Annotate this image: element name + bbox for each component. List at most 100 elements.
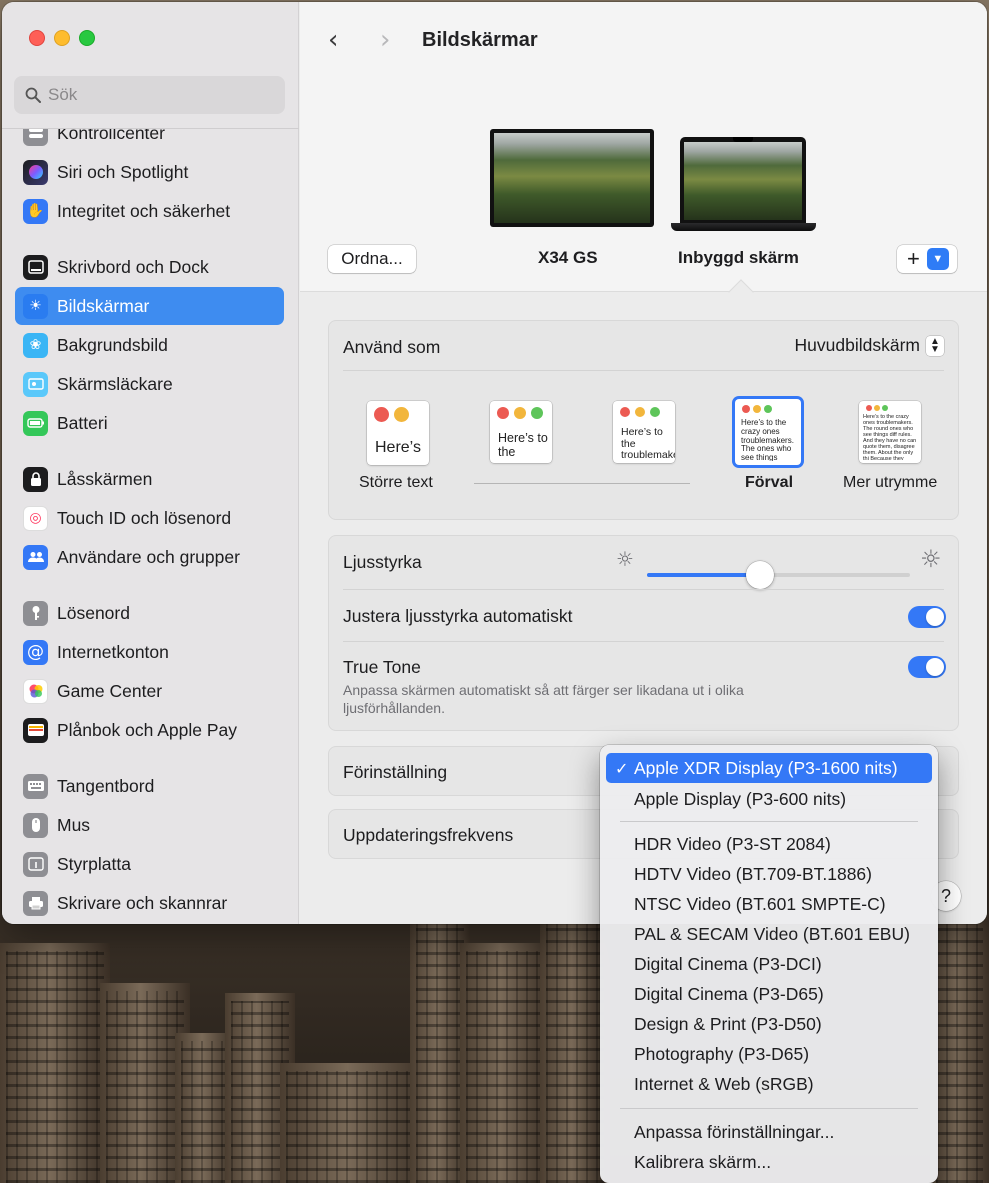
menu-item[interactable]: Apple Display (P3-600 nits): [606, 784, 932, 814]
preview-text: Here’s to the crazy ones troublemakers. …: [863, 414, 917, 460]
resolution-label: Större text: [359, 474, 433, 491]
sidebar-item-label: Skärmsläckare: [57, 373, 173, 394]
preset-dropdown-menu[interactable]: ✓ Apple XDR Display (P3-1600 nits) Apple…: [600, 745, 938, 1183]
slider-knob[interactable]: [746, 561, 775, 589]
wallet-icon: [23, 717, 48, 743]
sidebar-item-lasskarmen[interactable]: Låsskärmen: [15, 460, 284, 498]
arrange-button[interactable]: Ordna...: [328, 245, 416, 273]
menu-item-label: Photography (P3-D65): [634, 1043, 810, 1064]
sidebar-item-anvandare[interactable]: Användare och grupper: [15, 538, 284, 576]
sidebar-item-batteri[interactable]: Batteri: [15, 404, 284, 442]
search-icon: [25, 87, 41, 103]
checkmark-icon: ✓: [615, 758, 629, 778]
search-placeholder: Sök: [48, 85, 78, 104]
add-display-button[interactable]: + ▼: [897, 245, 957, 273]
menu-item[interactable]: Digital Cinema (P3-DCI): [606, 949, 932, 979]
menu-item-label: Design & Print (P3-D50): [634, 1013, 822, 1034]
sidebar-list[interactable]: Kontrollcenter Siri och Spotlight ✋ Inte…: [2, 128, 299, 924]
menu-item[interactable]: Kalibrera skärm...: [606, 1147, 932, 1177]
sidebar-item-tangentbord[interactable]: Tangentbord: [15, 767, 284, 805]
preset-label: Förinställning: [343, 762, 448, 782]
sidebar-item-touch-id[interactable]: ◎ Touch ID och lösenord: [15, 499, 284, 537]
menu-item[interactable]: ✓ Apple XDR Display (P3-1600 nits): [606, 753, 932, 783]
plus-icon: +: [907, 246, 920, 271]
true-tone-label: True Tone: [343, 657, 421, 677]
resolution-option-2[interactable]: Here’s to the troublemakers: [490, 401, 552, 463]
resolution-option-default[interactable]: Here’s to the crazy ones troublemakers. …: [735, 399, 801, 465]
sidebar-item-label: Siri och Spotlight: [57, 161, 189, 182]
sidebar-item-label: Styrplatta: [57, 853, 131, 874]
builtin-display-thumbnail[interactable]: [680, 137, 806, 223]
game-center-icon: [23, 678, 48, 704]
sidebar-item-label: Kontrollcenter: [57, 128, 165, 143]
sun-small-icon: ☼: [616, 547, 634, 571]
key-icon: [23, 600, 48, 626]
sidebar-item-skarmslackare[interactable]: Skärmsläckare: [15, 365, 284, 403]
sidebar-item-styrplatta[interactable]: Styrplatta: [15, 845, 284, 883]
sidebar-item-label: Bildskärmar: [57, 295, 150, 316]
sidebar-item-label: Plånbok och Apple Pay: [57, 719, 237, 740]
page-title: Bildskärmar: [422, 29, 538, 51]
sidebar-item-siri[interactable]: Siri och Spotlight: [15, 153, 284, 191]
sidebar-item-label: Batteri: [57, 412, 108, 433]
screensaver-icon: [23, 371, 48, 397]
sidebar-item-bakgrundsbild[interactable]: ❀ Bakgrundsbild: [15, 326, 284, 364]
menu-item-label: NTSC Video (BT.601 SMPTE-C): [634, 893, 886, 914]
sidebar-item-integritet[interactable]: ✋ Integritet och säkerhet: [15, 192, 284, 230]
divider: [343, 641, 944, 642]
users-icon: [23, 544, 48, 570]
minimize-button[interactable]: [54, 30, 70, 46]
menu-item[interactable]: Design & Print (P3-D50): [606, 1009, 932, 1039]
keyboard-icon: [23, 773, 48, 799]
use-as-select[interactable]: Huvudbildskärm ▲ ▼: [795, 335, 944, 356]
menu-item-label: HDTV Video (BT.709-BT.1886): [634, 863, 872, 884]
sidebar-item-label: Bakgrundsbild: [57, 334, 168, 355]
close-button[interactable]: [29, 30, 45, 46]
resolution-option-larger-text[interactable]: Here’s: [367, 401, 429, 465]
sidebar-item-label: Skrivbord och Dock: [57, 256, 209, 277]
menu-item[interactable]: Anpassa förinställningar...: [606, 1117, 932, 1147]
menu-item[interactable]: NTSC Video (BT.601 SMPTE-C): [606, 889, 932, 919]
sidebar-item-label: Användare och grupper: [57, 546, 240, 567]
true-tone-toggle[interactable]: [908, 656, 946, 678]
sidebar-item-skrivare[interactable]: Skrivare och skannrar: [15, 884, 284, 922]
laptop-base: [671, 223, 816, 231]
sidebar-item-skrivbord[interactable]: Skrivbord och Dock: [15, 248, 284, 286]
sidebar-item-bildskarmar[interactable]: ☀ Bildskärmar: [15, 287, 284, 325]
sidebar-item-label: Mus: [57, 814, 91, 835]
sidebar-item-losenord[interactable]: Lösenord: [15, 594, 284, 632]
forward-chevron-icon[interactable]: ›: [380, 25, 390, 55]
zoom-button[interactable]: [79, 30, 95, 46]
menu-item-label: Internet & Web (sRGB): [634, 1073, 814, 1094]
sidebar-item-label: Integritet och säkerhet: [57, 200, 231, 221]
menu-item[interactable]: Digital Cinema (P3-D65): [606, 979, 932, 1009]
brightness-group: Ljusstyrka ☼ ☼ Justera ljusstyrka automa…: [328, 535, 959, 731]
menu-item[interactable]: HDTV Video (BT.709-BT.1886): [606, 859, 932, 889]
search-input[interactable]: Sök: [14, 76, 285, 114]
sidebar-item-kontrollcenter[interactable]: Kontrollcenter: [15, 128, 284, 152]
external-display-label[interactable]: X34 GS: [538, 248, 598, 268]
back-chevron-icon[interactable]: ‹: [328, 25, 338, 55]
external-display-thumbnail[interactable]: [490, 129, 654, 227]
menu-item[interactable]: PAL & SECAM Video (BT.601 EBU): [606, 919, 932, 949]
sun-icon: ☀: [23, 293, 48, 319]
battery-icon: [23, 410, 48, 436]
menu-separator: [620, 1108, 918, 1109]
preview-text: Here’s: [375, 439, 421, 456]
menu-item[interactable]: Photography (P3-D65): [606, 1039, 932, 1069]
brightness-slider[interactable]: [647, 561, 910, 589]
sidebar-item-game-center[interactable]: Game Center: [15, 672, 284, 710]
auto-brightness-toggle[interactable]: [908, 606, 946, 628]
sidebar-item-internetkonton[interactable]: @ Internetkonton: [15, 633, 284, 671]
use-as-value: Huvudbildskärm: [794, 335, 920, 355]
sidebar-item-mus[interactable]: Mus: [15, 806, 284, 844]
menu-item[interactable]: Internet & Web (sRGB): [606, 1069, 932, 1099]
menu-item[interactable]: HDR Video (P3-ST 2084): [606, 829, 932, 859]
menu-item-label: Anpassa förinställningar...: [634, 1121, 835, 1142]
sidebar-item-planbok[interactable]: Plånbok och Apple Pay: [15, 711, 284, 749]
resolution-option-more-space[interactable]: Here’s to the crazy ones troublemakers. …: [859, 401, 921, 463]
resolution-option-3[interactable]: Here’s to the troublemakers. The ones wh…: [613, 401, 675, 463]
slider-fill: [647, 573, 761, 577]
builtin-display-label[interactable]: Inbyggd skärm: [678, 248, 799, 268]
wallpaper-icon: ❀: [23, 332, 48, 358]
